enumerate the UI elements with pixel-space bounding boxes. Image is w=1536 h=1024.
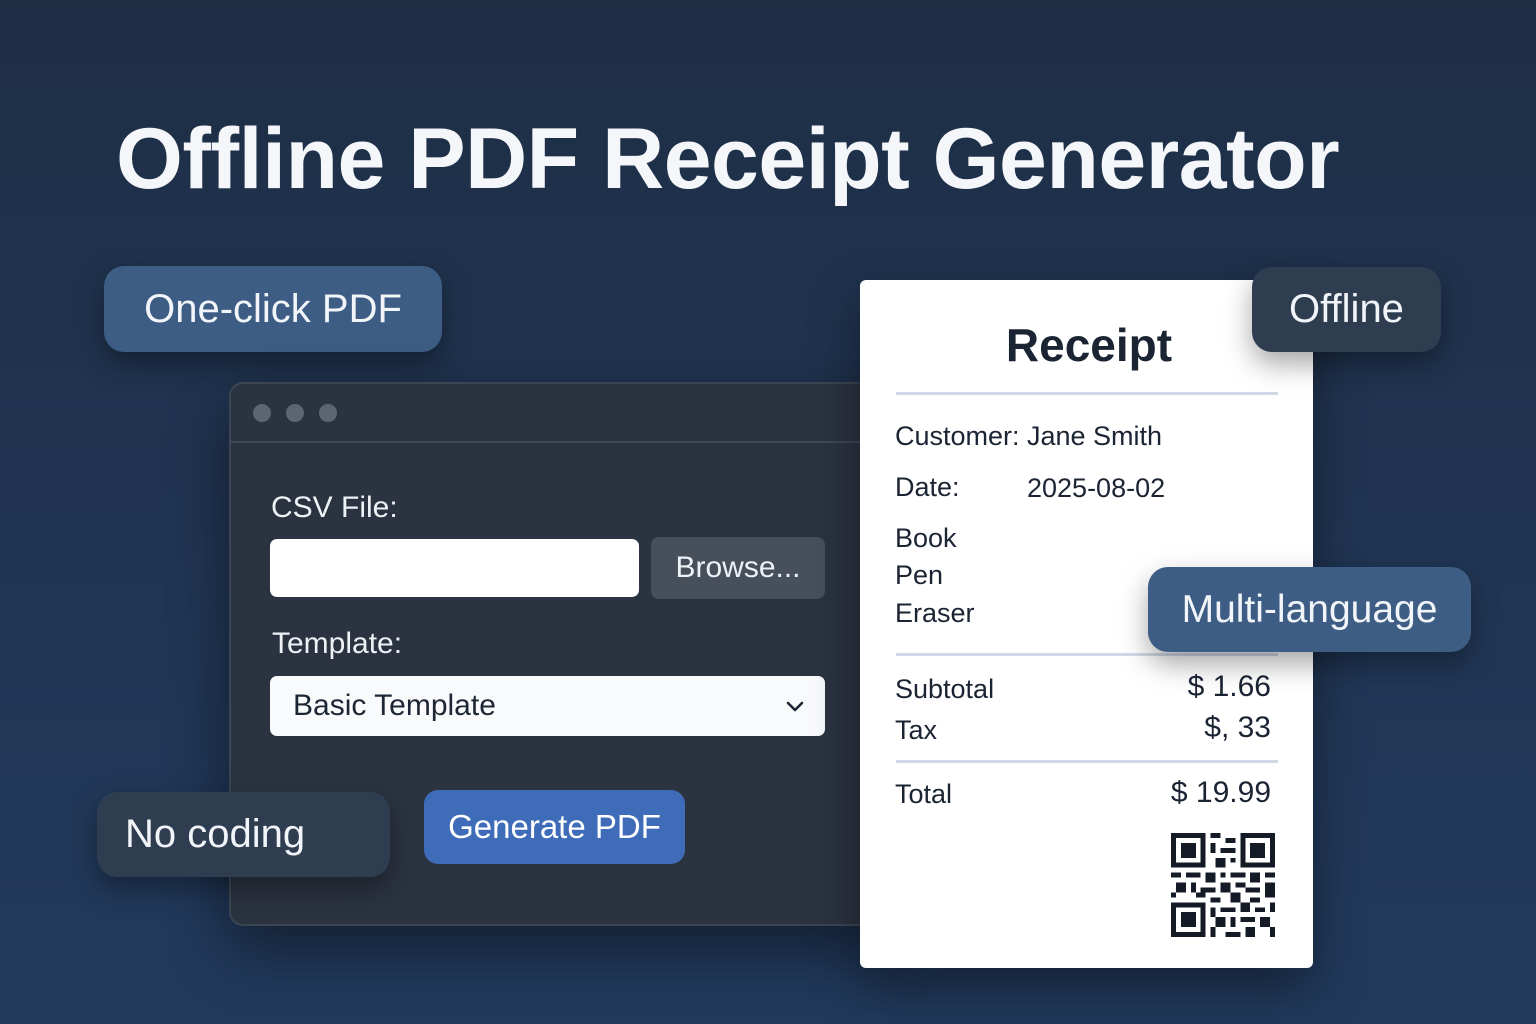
total-value: $ 19.99: [1170, 776, 1271, 809]
template-selected-value: Basic Template: [293, 689, 496, 722]
chevron-down-icon: [786, 701, 804, 712]
window-maximize-dot[interactable]: [319, 404, 337, 422]
subtotal-value: $ 1.66: [1187, 670, 1271, 703]
receipt-divider: [896, 392, 1278, 395]
receipt-title: Receipt: [1005, 319, 1173, 371]
date-value: 2025-08-02: [1027, 473, 1166, 503]
template-label: Template:: [272, 627, 403, 660]
window-minimize-dot[interactable]: [286, 404, 304, 422]
receipt-divider: [896, 653, 1278, 656]
no-coding-badge: No coding: [97, 792, 390, 877]
one-click-pdf-badge: One-click PDF: [104, 266, 442, 352]
line-item: Eraser: [895, 598, 975, 628]
line-item: Pen: [895, 560, 944, 590]
window-titlebar: [231, 384, 887, 443]
generate-pdf-button[interactable]: Generate PDF: [424, 790, 685, 864]
multi-language-badge: Multi-language: [1148, 567, 1471, 652]
tax-value: $, 33: [1204, 711, 1271, 744]
receipt-divider: [896, 760, 1278, 763]
tax-label: Tax: [895, 715, 938, 745]
customer-label: Customer:: [895, 421, 1020, 451]
date-label: Date:: [895, 472, 960, 502]
qr-code-icon: [1171, 833, 1275, 937]
total-label: Total: [895, 779, 953, 809]
page-title: Offline PDF Receipt Generator: [116, 111, 1340, 207]
template-select[interactable]: Basic Template: [270, 676, 825, 736]
browse-button[interactable]: Browse...: [651, 537, 825, 599]
csv-file-input[interactable]: [270, 539, 639, 597]
subtotal-label: Subtotal: [895, 674, 995, 704]
offline-badge: Offline: [1252, 267, 1441, 352]
csv-file-label: CSV File:: [271, 491, 398, 524]
window-close-dot[interactable]: [253, 404, 271, 422]
customer-value: Jane Smith: [1027, 421, 1163, 451]
line-item: Book: [895, 523, 957, 553]
